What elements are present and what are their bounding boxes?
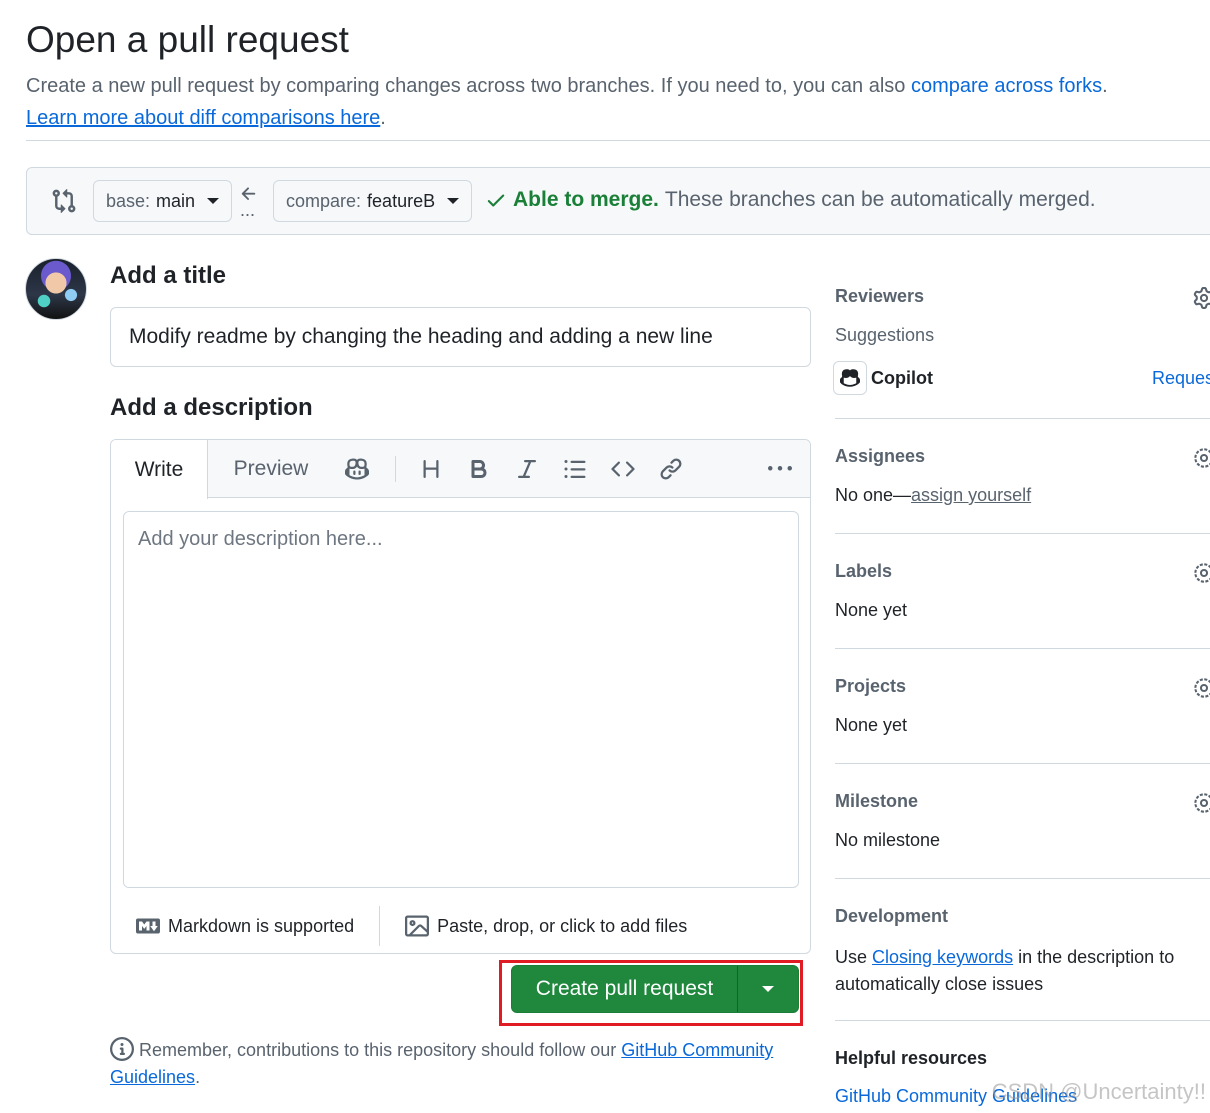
sidebar-divider bbox=[835, 763, 1210, 764]
description-heading: Add a description bbox=[110, 394, 313, 421]
gear-icon[interactable] bbox=[1193, 792, 1210, 814]
merge-description: These branches can be automatically merg… bbox=[664, 188, 1096, 211]
gear-icon[interactable] bbox=[1193, 447, 1210, 469]
sidebar-divider bbox=[835, 533, 1210, 534]
page-subtitle: Create a new pull request by comparing c… bbox=[26, 70, 1196, 134]
copilot-reviewer-name: Copilot bbox=[871, 368, 933, 388]
tab-write[interactable]: Write bbox=[111, 440, 208, 499]
info-icon bbox=[110, 1037, 134, 1061]
gear-icon[interactable] bbox=[1193, 562, 1210, 584]
link-icon[interactable] bbox=[656, 454, 686, 484]
header-divider bbox=[26, 140, 1210, 141]
assignees-value: No one—assign yourself bbox=[835, 485, 1210, 506]
copilot-icon[interactable] bbox=[342, 454, 372, 484]
create-pull-request-button[interactable]: Create pull request bbox=[512, 966, 738, 1012]
development-heading: Development bbox=[835, 906, 949, 926]
copilot-icon bbox=[840, 369, 860, 387]
title-heading: Add a title bbox=[110, 262, 227, 289]
italic-icon[interactable] bbox=[512, 454, 542, 484]
reminder-text: Remember, contributions to this reposito… bbox=[139, 1040, 617, 1060]
base-branch-select[interactable]: base: main bbox=[93, 180, 233, 222]
create-pr-button-group: Create pull request bbox=[511, 965, 799, 1013]
assignees-heading[interactable]: Assignees bbox=[835, 446, 1210, 467]
development-post: in the description to bbox=[1018, 947, 1175, 967]
markdown-note: Markdown is supported bbox=[168, 915, 355, 936]
git-compare-icon bbox=[51, 188, 77, 219]
avatar bbox=[25, 258, 87, 320]
subtitle-text: Create a new pull request by comparing c… bbox=[26, 75, 906, 97]
title-input[interactable]: Modify readme by changing the heading an… bbox=[110, 307, 811, 367]
labels-heading[interactable]: Labels bbox=[835, 561, 1210, 582]
heading-icon[interactable] bbox=[416, 454, 446, 484]
gear-icon[interactable] bbox=[1193, 287, 1210, 309]
chevron-down-icon bbox=[207, 198, 220, 204]
merge-status: Able to merge. These branches can be aut… bbox=[485, 188, 1096, 212]
sidebar-divider bbox=[835, 648, 1210, 649]
tab-preview[interactable]: Preview bbox=[215, 440, 327, 498]
reminder-end: . bbox=[195, 1067, 201, 1087]
description-editor: Write Preview Add your description here.… bbox=[110, 439, 811, 954]
sidebar-divider bbox=[835, 418, 1210, 419]
closing-keywords-link[interactable]: Closing keywords bbox=[872, 947, 1013, 967]
reviewer-suggestions-label: Suggestions bbox=[835, 325, 935, 345]
development-text: Use Closing keywords in the description … bbox=[835, 944, 1210, 998]
reviewers-heading[interactable]: Reviewers bbox=[835, 286, 1210, 307]
sidebar-divider bbox=[835, 1020, 1210, 1021]
labels-value: None yet bbox=[835, 600, 908, 620]
editor-footer: Markdown is supported Paste, drop, or cl… bbox=[111, 898, 810, 953]
projects-value: None yet bbox=[835, 715, 908, 735]
base-prefix: base: bbox=[106, 190, 151, 211]
markdown-icon bbox=[136, 918, 160, 934]
development-post2: automatically close issues bbox=[835, 974, 1044, 994]
attach-note: Paste, drop, or click to add files bbox=[437, 915, 688, 936]
assignees-text: No one— bbox=[835, 485, 912, 505]
milestone-value: No milestone bbox=[835, 830, 941, 850]
compare-forks-link[interactable]: compare across forks bbox=[911, 75, 1102, 97]
compare-branch-name: featureB bbox=[367, 190, 436, 211]
copilot-avatar bbox=[833, 361, 867, 395]
subtitle-end: . bbox=[1102, 75, 1108, 97]
check-icon bbox=[487, 194, 505, 207]
list-icon[interactable] bbox=[560, 454, 590, 484]
learn-more-link[interactable]: Learn more about diff comparisons here bbox=[26, 107, 380, 129]
assign-yourself-link[interactable]: assign yourself bbox=[911, 485, 1031, 505]
learn-end: . bbox=[380, 107, 386, 129]
milestone-heading[interactable]: Milestone bbox=[835, 791, 1210, 812]
page-title: Open a pull request bbox=[26, 19, 349, 60]
guidelines-link-part2[interactable]: Guidelines bbox=[110, 1067, 195, 1087]
watermark: CSDN @Uncertainty!! bbox=[991, 1079, 1206, 1104]
more-icon[interactable] bbox=[765, 454, 795, 484]
request-review-link[interactable]: Request bbox=[1152, 368, 1210, 389]
editor-toolbar: Write Preview bbox=[111, 440, 810, 499]
bold-icon[interactable] bbox=[464, 454, 494, 484]
sidebar-divider bbox=[835, 878, 1210, 879]
attach-files-button[interactable]: Paste, drop, or click to add files bbox=[405, 906, 687, 946]
code-icon[interactable] bbox=[608, 454, 638, 484]
compare-branch-select[interactable]: compare: featureB bbox=[273, 180, 473, 222]
create-options-dropdown[interactable] bbox=[738, 966, 798, 1012]
gear-icon[interactable] bbox=[1193, 677, 1210, 699]
chevron-down-icon bbox=[447, 198, 460, 204]
compare-prefix: compare: bbox=[286, 190, 362, 211]
toolbar-divider bbox=[395, 456, 396, 482]
projects-heading[interactable]: Projects bbox=[835, 676, 1210, 697]
helpful-resources-heading: Helpful resources bbox=[835, 1048, 988, 1068]
description-textarea[interactable]: Add your description here... bbox=[123, 511, 799, 888]
ellipsis-dots: ... bbox=[240, 200, 256, 220]
development-pre: Use bbox=[835, 947, 868, 967]
markdown-supported-link[interactable]: Markdown is supported bbox=[136, 906, 381, 946]
contribution-reminder: Remember, contributions to this reposito… bbox=[110, 1037, 800, 1091]
guidelines-link-part1[interactable]: GitHub Community bbox=[621, 1040, 773, 1060]
chevron-down-icon bbox=[762, 986, 774, 992]
image-icon bbox=[405, 915, 430, 937]
compare-bar: base: main ... compare: featureB Able to… bbox=[26, 167, 1210, 235]
merge-ok-text: Able to merge. bbox=[513, 188, 659, 211]
base-branch-name: main bbox=[156, 190, 196, 211]
